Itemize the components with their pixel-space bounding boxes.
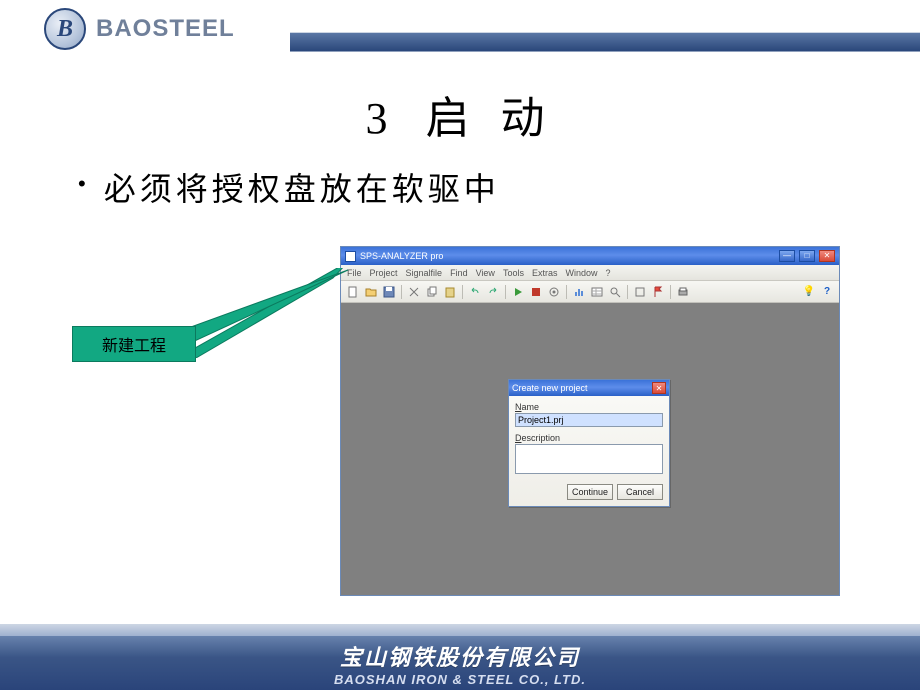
toolbar-separator bbox=[564, 284, 569, 300]
stop-icon[interactable] bbox=[528, 284, 544, 300]
bullet-dot: • bbox=[78, 164, 86, 204]
toolbar-separator bbox=[668, 284, 673, 300]
bullet-item: • 必须将授权盘放在软驱中 bbox=[78, 164, 920, 210]
header-bar bbox=[290, 32, 920, 52]
title-text: 启 动 bbox=[426, 94, 555, 143]
dialog-buttons: Continue Cancel bbox=[515, 484, 663, 500]
slide-title: 3 启 动 bbox=[0, 82, 920, 146]
project-description-input[interactable] bbox=[515, 444, 663, 474]
cut-icon[interactable] bbox=[406, 284, 422, 300]
save-icon[interactable] bbox=[381, 284, 397, 300]
app-window: SPS-ANALYZER pro — □ ✕ File Project Sign… bbox=[340, 246, 840, 596]
help-icon[interactable]: ? bbox=[819, 284, 835, 300]
footer-company-cn: 宝山钢铁股份有限公司 bbox=[340, 640, 580, 672]
menu-project[interactable]: Project bbox=[370, 268, 398, 278]
description-label: Description bbox=[515, 433, 663, 443]
callout-label: 新建工程 bbox=[72, 326, 196, 362]
dialog-titlebar[interactable]: Create new project ✕ bbox=[509, 380, 669, 396]
lightbulb-icon[interactable]: 💡 bbox=[801, 284, 817, 300]
close-button[interactable]: ✕ bbox=[819, 250, 835, 262]
toolbar-separator bbox=[503, 284, 508, 300]
maximize-button[interactable]: □ bbox=[799, 250, 815, 262]
app-toolbar: 💡 ? bbox=[341, 281, 839, 303]
app-window-title: SPS-ANALYZER pro bbox=[360, 251, 443, 261]
title-number: 3 bbox=[366, 94, 390, 143]
paste-icon[interactable] bbox=[442, 284, 458, 300]
flag-icon[interactable] bbox=[650, 284, 666, 300]
name-label: Name bbox=[515, 402, 663, 412]
slide-footer: 宝山钢铁股份有限公司 BAOSHAN IRON & STEEL CO., LTD… bbox=[0, 636, 920, 690]
toolbar-separator bbox=[460, 284, 465, 300]
zoom-icon[interactable] bbox=[607, 284, 623, 300]
brand-text: BAOSTEEL bbox=[96, 15, 235, 43]
brand-logo: B BAOSTEEL bbox=[44, 8, 235, 50]
callout-text: 新建工程 bbox=[102, 332, 166, 356]
undo-icon[interactable] bbox=[467, 284, 483, 300]
print-icon[interactable] bbox=[675, 284, 691, 300]
cancel-button[interactable]: Cancel bbox=[617, 484, 663, 500]
slide-header: B BAOSTEEL bbox=[0, 0, 920, 68]
dialog-title: Create new project bbox=[512, 383, 588, 393]
logo-roundel: B bbox=[44, 8, 86, 50]
menu-help[interactable]: ? bbox=[605, 268, 610, 278]
redo-icon[interactable] bbox=[485, 284, 501, 300]
copy-icon[interactable] bbox=[424, 284, 440, 300]
menu-tools[interactable]: Tools bbox=[503, 268, 524, 278]
menu-extras[interactable]: Extras bbox=[532, 268, 558, 278]
open-folder-icon[interactable] bbox=[363, 284, 379, 300]
app-icon bbox=[345, 251, 356, 262]
footer-separator bbox=[0, 624, 920, 636]
toolbar-separator bbox=[399, 284, 404, 300]
menu-find[interactable]: Find bbox=[450, 268, 468, 278]
dialog-body: Name Description Continue Cancel bbox=[509, 396, 669, 506]
project-name-input[interactable] bbox=[515, 413, 663, 427]
app-titlebar[interactable]: SPS-ANALYZER pro — □ ✕ bbox=[341, 247, 839, 265]
continue-button[interactable]: Continue bbox=[567, 484, 613, 500]
config-icon[interactable] bbox=[632, 284, 648, 300]
settings-icon[interactable] bbox=[546, 284, 562, 300]
menu-signalfile[interactable]: Signalfile bbox=[406, 268, 443, 278]
menu-window[interactable]: Window bbox=[565, 268, 597, 278]
create-project-dialog: Create new project ✕ Name Description Co… bbox=[508, 379, 670, 507]
logo-letter: B bbox=[57, 16, 73, 43]
app-workspace: Create new project ✕ Name Description Co… bbox=[341, 303, 839, 595]
chart-icon[interactable] bbox=[571, 284, 587, 300]
menu-view[interactable]: View bbox=[476, 268, 495, 278]
bullet-text: 必须将授权盘放在软驱中 bbox=[104, 164, 500, 210]
dialog-close-button[interactable]: ✕ bbox=[652, 382, 666, 394]
footer-company-en: BAOSHAN IRON & STEEL CO., LTD. bbox=[334, 672, 586, 687]
table-icon[interactable] bbox=[589, 284, 605, 300]
app-menubar[interactable]: File Project Signalfile Find View Tools … bbox=[341, 265, 839, 281]
minimize-button[interactable]: — bbox=[779, 250, 795, 262]
run-icon[interactable] bbox=[510, 284, 526, 300]
toolbar-separator bbox=[625, 284, 630, 300]
